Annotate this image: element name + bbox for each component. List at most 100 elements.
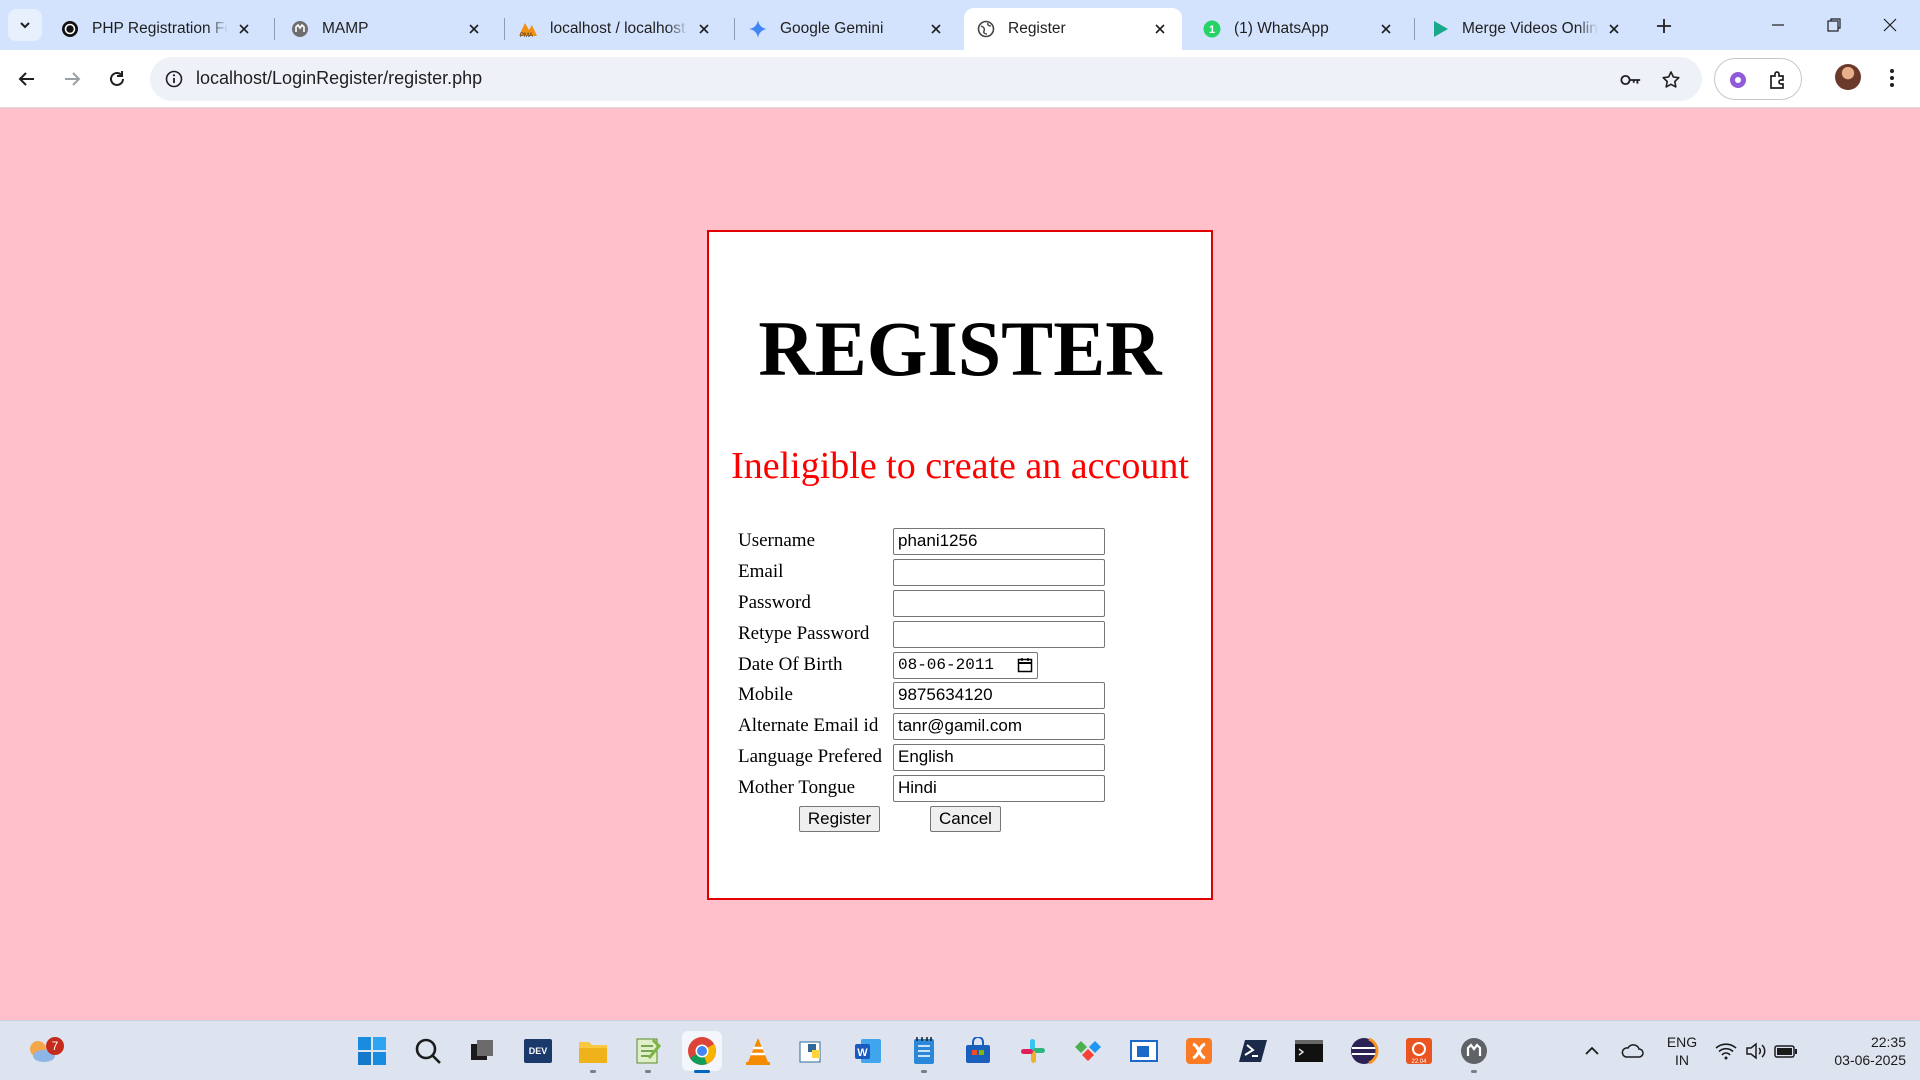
taskbar-virtual-machine[interactable] <box>1124 1031 1164 1071</box>
restore-button[interactable] <box>1806 0 1862 50</box>
address-bar[interactable]: localhost/LoginRegister/register.php <box>150 57 1702 101</box>
taskbar-gitkraken[interactable] <box>1068 1031 1108 1071</box>
start-button[interactable] <box>352 1031 392 1071</box>
taskbar-file-explorer[interactable] <box>573 1031 613 1073</box>
retype-password-input[interactable] <box>893 620 1105 648</box>
taskbar-store[interactable] <box>958 1031 998 1071</box>
forward-button[interactable] <box>54 61 90 97</box>
taskbar-chrome[interactable] <box>682 1031 722 1073</box>
back-arrow-icon <box>18 72 34 86</box>
taskbar-ubuntu[interactable]: 22.04 <box>1399 1031 1439 1071</box>
date-of-birth-input[interactable]: 08-06-2011 <box>893 651 1038 679</box>
email-input[interactable] <box>893 558 1105 586</box>
close-icon[interactable] <box>926 19 946 39</box>
cloud-icon <box>1621 1044 1644 1058</box>
close-icon[interactable] <box>1150 19 1170 39</box>
battery-charging-icon <box>1774 1045 1797 1058</box>
password-key-icon[interactable] <box>1620 69 1642 91</box>
close-icon[interactable] <box>464 19 484 39</box>
reload-button[interactable] <box>99 61 135 97</box>
close-icon[interactable] <box>694 19 714 39</box>
extensions-group <box>1714 58 1802 100</box>
new-tab-button[interactable] <box>1650 12 1678 40</box>
taskbar-mamp[interactable] <box>1454 1031 1494 1073</box>
site-info-icon[interactable] <box>164 69 184 89</box>
powershell-icon <box>1239 1040 1267 1062</box>
back-button[interactable] <box>9 61 45 97</box>
extensions-puzzle-icon[interactable] <box>1765 67 1791 93</box>
password-input[interactable] <box>893 589 1105 617</box>
svg-text:DEV: DEV <box>529 1046 548 1056</box>
taskbar-xampp[interactable] <box>1179 1031 1219 1071</box>
globe-icon <box>976 19 996 39</box>
tab-strip: PHP Registration For MAMP PMA localhost … <box>0 0 1920 50</box>
show-hidden-icons-button[interactable] <box>1580 1039 1604 1063</box>
taskbar-devhome[interactable]: DEV <box>518 1031 558 1071</box>
taskbar-notepad[interactable] <box>904 1031 944 1073</box>
close-icon[interactable] <box>234 19 254 39</box>
eclipse-icon <box>1351 1037 1379 1065</box>
whatsapp-icon: 1 <box>1202 19 1222 39</box>
retype-password-label: Retype Password <box>738 623 870 644</box>
taskbar-python[interactable] <box>793 1031 833 1071</box>
wifi-button[interactable] <box>1714 1039 1738 1063</box>
tab-phpmyadmin[interactable]: PMA localhost / localhost <box>506 8 726 50</box>
close-icon[interactable] <box>1376 19 1396 39</box>
username-input[interactable] <box>893 527 1105 555</box>
weather-widget[interactable]: 7 <box>22 1031 64 1071</box>
taskbar-eclipse[interactable] <box>1344 1031 1384 1071</box>
task-view-button[interactable] <box>462 1031 502 1071</box>
taskbar-powershell[interactable] <box>1234 1031 1274 1071</box>
bookmark-star-icon[interactable] <box>1660 69 1682 91</box>
browser-menu-button[interactable] <box>1880 62 1904 94</box>
volume-button[interactable] <box>1744 1039 1768 1063</box>
tab-separator <box>504 18 505 40</box>
extension-gear-icon[interactable] <box>1725 67 1751 93</box>
register-button[interactable]: Register <box>799 806 880 832</box>
taskbar-terminal[interactable] <box>1289 1031 1329 1071</box>
tab-register[interactable]: Register <box>964 8 1182 50</box>
tab-search-button[interactable] <box>8 9 42 41</box>
tab-php-registration[interactable]: PHP Registration For <box>48 8 266 50</box>
tab-title: (1) WhatsApp <box>1234 20 1329 37</box>
taskbar-vlc[interactable] <box>738 1031 778 1071</box>
task-view-icon <box>471 1040 493 1060</box>
mother-tongue-label: Mother Tongue <box>738 777 856 798</box>
tab-mamp[interactable]: MAMP <box>278 8 496 50</box>
word-icon: W <box>855 1039 881 1063</box>
wifi-icon <box>1715 1043 1737 1060</box>
alternate-email-input[interactable] <box>893 712 1105 740</box>
tab-google-gemini[interactable]: Google Gemini <box>736 8 958 50</box>
taskbar-search[interactable] <box>408 1031 448 1071</box>
mother-tongue-input[interactable] <box>893 774 1105 802</box>
url-text[interactable]: localhost/LoginRegister/register.php <box>196 68 482 89</box>
tab-merge-videos[interactable]: Merge Videos Online <box>1418 8 1636 50</box>
input-language[interactable]: ENG IN <box>1664 1033 1700 1069</box>
battery-button[interactable] <box>1774 1039 1798 1063</box>
minimize-button[interactable] <box>1750 0 1806 50</box>
profile-avatar[interactable] <box>1835 64 1861 90</box>
restore-icon <box>1827 18 1841 32</box>
close-icon[interactable] <box>1604 19 1624 39</box>
tab-whatsapp[interactable]: 1 (1) WhatsApp <box>1190 8 1408 50</box>
tab-separator <box>274 18 275 40</box>
search-icon <box>415 1038 441 1064</box>
ubuntu-icon: 22.04 <box>1406 1038 1432 1065</box>
svg-text:22.04: 22.04 <box>1411 1059 1427 1065</box>
taskbar-notepad-plus[interactable] <box>628 1031 668 1073</box>
terminal-icon <box>1295 1040 1323 1062</box>
taskbar-slack[interactable] <box>1013 1031 1053 1071</box>
windows-logo-icon <box>358 1037 386 1065</box>
dev-home-icon: DEV <box>524 1039 552 1063</box>
cancel-button[interactable]: Cancel <box>930 806 1001 832</box>
language-preferred-input[interactable] <box>893 743 1105 771</box>
mobile-input[interactable] <box>893 681 1105 709</box>
close-window-button[interactable] <box>1862 0 1918 50</box>
tab-title: Register <box>1008 20 1066 37</box>
calendar-icon[interactable] <box>1017 657 1033 673</box>
tab-title: Merge Videos Online <box>1462 20 1598 37</box>
onedrive-button[interactable] <box>1620 1039 1644 1063</box>
clock[interactable]: 22:35 03-06-2025 <box>1810 1033 1906 1069</box>
diamond-shapes-icon <box>1075 1041 1101 1061</box>
taskbar-word[interactable]: W <box>848 1031 888 1071</box>
